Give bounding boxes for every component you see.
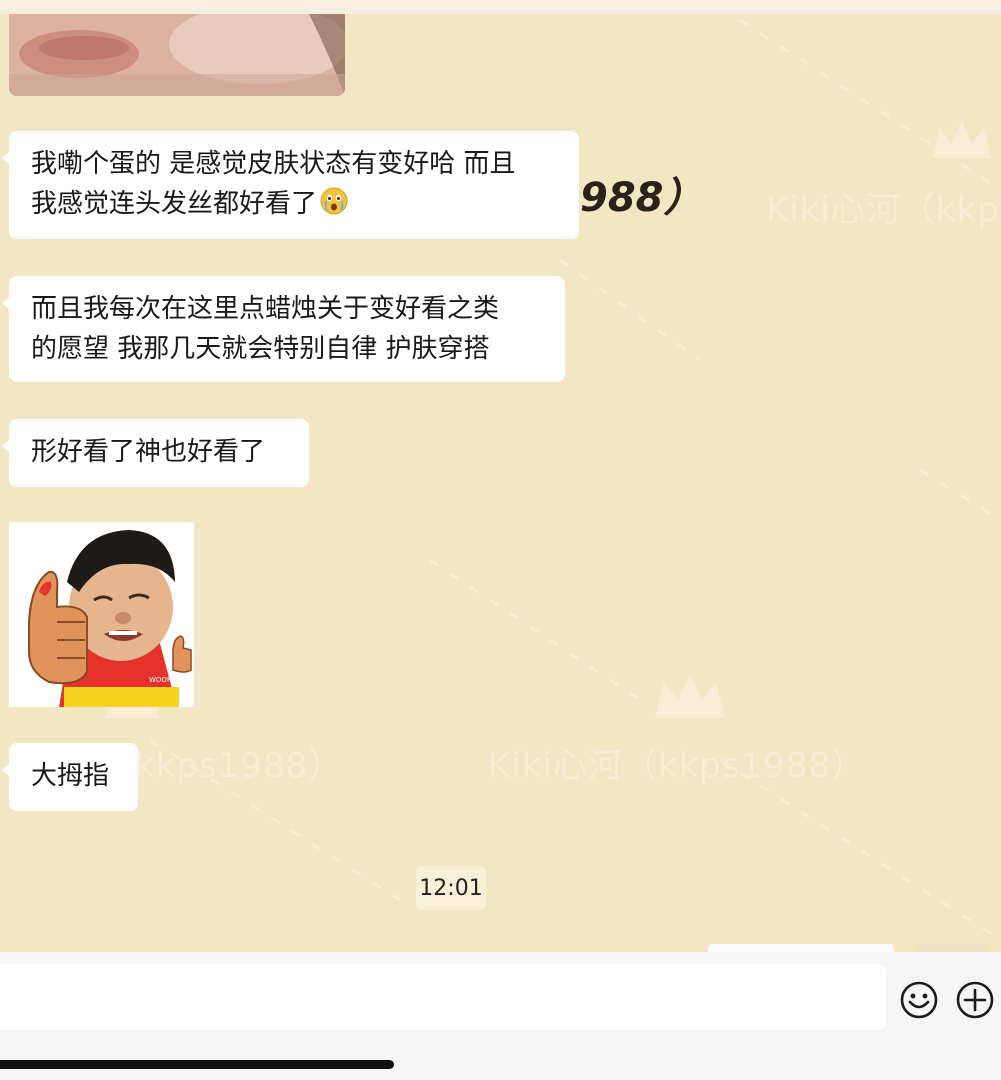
thumbs-up-man-sticker: WOOF [9,522,194,707]
next-message-peek [916,944,988,952]
plus-circle-icon[interactable] [955,980,995,1020]
watermark-text: Kiki心河（kkps1988） [766,190,1001,230]
message-timestamp: 12:01 [416,866,486,910]
sticker-message[interactable]: WOOF [9,522,194,707]
message-bubble[interactable]: 我嘞个蛋的 是感觉皮肤状态有变好哈 而且 我感觉连头发丝都好看了 [2,131,579,239]
message-text-line: 我感觉连头发丝都好看了 [31,184,557,224]
crown-watermark-icon [655,674,725,718]
sticker-shirt-text: WOOF [149,676,171,684]
watermark-text-dark: 988） [580,175,704,221]
crown-watermark-icon [932,120,992,158]
message-bubble[interactable]: 形好看了神也好看了 [2,419,309,487]
message-bubble[interactable]: 大拇指 [2,743,138,811]
message-text-line: 我嘞个蛋的 是感觉皮肤状态有变好哈 而且 [31,149,516,179]
watermark-text: kkps1988） [135,746,344,786]
message-text-line: 而且我每次在这里点蜡烛关于变好看之类 [31,294,500,324]
message-bubble[interactable]: 而且我每次在这里点蜡烛关于变好看之类 的愿望 我那几天就会特别自律 护肤穿搭 [2,276,565,382]
home-indicator [0,1060,394,1069]
chat-area[interactable]: Kiki心河（kkps1988） Kiki心河（kkps1988） kkps19… [0,0,1001,952]
watermark-text: Kiki心河（kkps1988） [488,746,867,786]
photo-message[interactable] [9,14,345,96]
message-text-line: 形好看了神也好看了 [31,437,266,467]
message-input[interactable] [0,964,886,1030]
smiley-face-icon[interactable] [899,980,939,1020]
message-text-line: 的愿望 我那几天就会特别自律 护肤穿搭 [31,334,490,364]
message-text: 我感觉连头发丝都好看了 [31,189,318,219]
next-message-peek [708,944,894,952]
message-text-line: 大拇指 [31,761,110,791]
crying-face-emoji-icon [320,187,348,215]
face-photo [9,14,345,96]
